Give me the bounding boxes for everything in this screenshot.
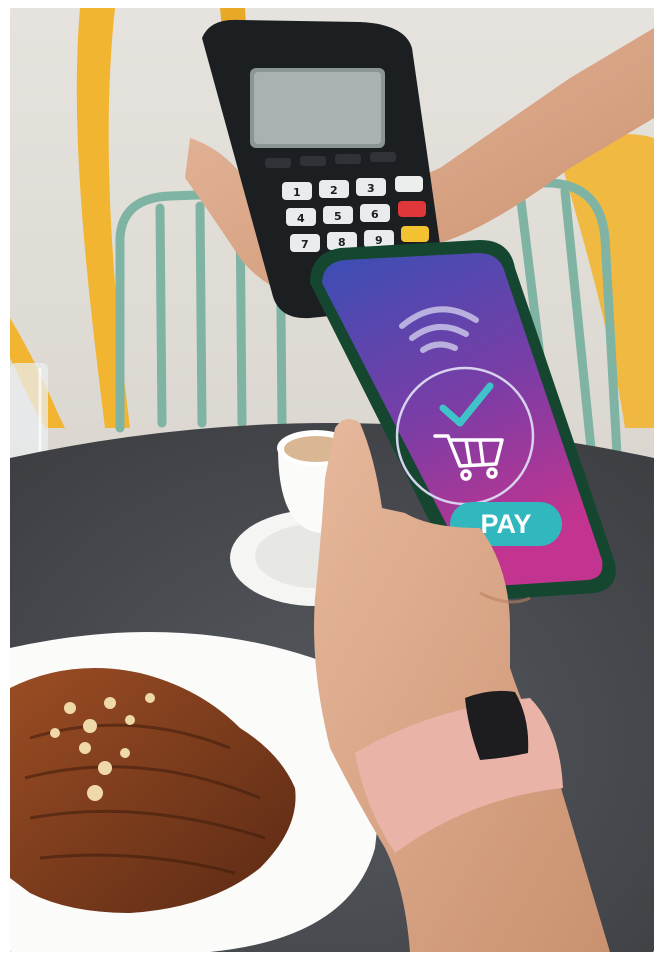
terminal-key: 5 [334, 210, 342, 223]
contactless-payment-photo: 1 2 3 4 5 6 7 8 9 PAY [10, 8, 654, 952]
terminal-key: 9 [375, 234, 383, 247]
terminal-key: 8 [338, 236, 346, 249]
terminal-key: 3 [367, 182, 375, 195]
clear-key [401, 226, 429, 242]
pay-button-label: PAY [480, 509, 531, 539]
cancel-key [398, 201, 426, 217]
terminal-key: 6 [371, 208, 379, 221]
terminal-key: 2 [330, 184, 338, 197]
photo-frame: 1 2 3 4 5 6 7 8 9 PAY [10, 8, 654, 952]
terminal-key: 1 [293, 186, 301, 199]
terminal-key: 4 [297, 212, 305, 225]
terminal-key: 7 [301, 238, 309, 251]
